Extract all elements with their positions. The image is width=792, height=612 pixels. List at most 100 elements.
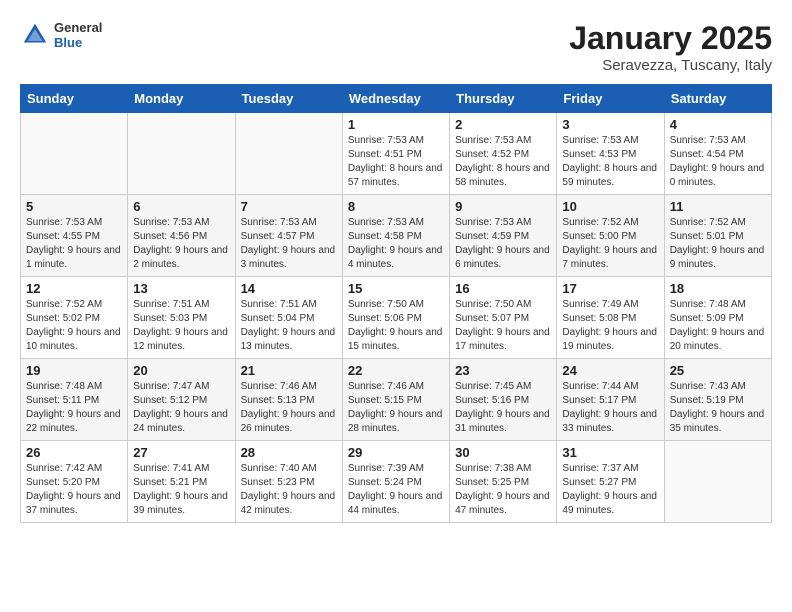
calendar-cell: 26 Sunrise: 7:42 AM Sunset: 5:20 PM Dayli… — [21, 441, 128, 523]
weekday-header-thursday: Thursday — [450, 85, 557, 113]
day-info: Sunrise: 7:52 AM Sunset: 5:02 PM Dayligh… — [26, 298, 122, 354]
logo: General Blue — [20, 20, 102, 50]
day-info: Sunrise: 7:53 AM Sunset: 4:57 PM Dayligh… — [241, 216, 337, 272]
location: Seravezza, Tuscany, Italy — [569, 57, 772, 74]
weekday-header-monday: Monday — [128, 85, 235, 113]
day-number: 22 — [348, 363, 444, 378]
day-number: 26 — [26, 445, 122, 460]
logo-text: General Blue — [54, 20, 102, 50]
calendar-cell: 24Sunrise: 7:44 AM Sunset: 5:17 PM Dayli… — [557, 359, 664, 441]
day-number: 28 — [241, 445, 337, 460]
weekday-header-friday: Friday — [557, 85, 664, 113]
calendar-cell: 8 Sunrise: 7:53 AM Sunset: 4:58 PM Daylig… — [342, 195, 449, 277]
day-number: 14 — [241, 281, 337, 296]
day-info: Sunrise: 7:45 AM Sunset: 5:16 PM Dayligh… — [455, 380, 551, 436]
week-row-5: 26 Sunrise: 7:42 AM Sunset: 5:20 PM Dayli… — [21, 441, 772, 523]
day-number: 31 — [562, 445, 658, 460]
day-number: 2 — [455, 117, 551, 132]
day-info: Sunrise: 7:50 AM Sunset: 5:07 PM Dayligh… — [455, 298, 551, 354]
calendar-cell: 18 Sunrise: 7:48 AM Sunset: 5:09 PM Dayli… — [664, 277, 771, 359]
week-row-2: 5 Sunrise: 7:53 AM Sunset: 4:55 PM Daylig… — [21, 195, 772, 277]
calendar-cell: 25Sunrise: 7:43 AM Sunset: 5:19 PM Dayli… — [664, 359, 771, 441]
weekday-header-tuesday: Tuesday — [235, 85, 342, 113]
calendar-cell: 9 Sunrise: 7:53 AM Sunset: 4:59 PM Daylig… — [450, 195, 557, 277]
calendar-table: SundayMondayTuesdayWednesdayThursdayFrid… — [20, 84, 772, 523]
day-number: 29 — [348, 445, 444, 460]
day-number: 5 — [26, 199, 122, 214]
calendar-cell — [128, 113, 235, 195]
day-number: 12 — [26, 281, 122, 296]
day-number: 13 — [133, 281, 229, 296]
day-info: Sunrise: 7:53 AM Sunset: 4:59 PM Dayligh… — [455, 216, 551, 272]
day-info: Sunrise: 7:51 AM Sunset: 5:03 PM Dayligh… — [133, 298, 229, 354]
calendar-cell — [664, 441, 771, 523]
day-number: 4 — [670, 117, 766, 132]
day-info: Sunrise: 7:41 AM Sunset: 5:21 PM Dayligh… — [133, 462, 229, 518]
day-number: 7 — [241, 199, 337, 214]
calendar-cell: 19 Sunrise: 7:48 AM Sunset: 5:11 PM Dayli… — [21, 359, 128, 441]
calendar-cell: 12 Sunrise: 7:52 AM Sunset: 5:02 PM Dayli… — [21, 277, 128, 359]
calendar-cell: 11Sunrise: 7:52 AM Sunset: 5:01 PM Dayli… — [664, 195, 771, 277]
calendar-cell: 15Sunrise: 7:50 AM Sunset: 5:06 PM Dayli… — [342, 277, 449, 359]
weekday-header-row: SundayMondayTuesdayWednesdayThursdayFrid… — [21, 85, 772, 113]
day-info: Sunrise: 7:53 AM Sunset: 4:55 PM Dayligh… — [26, 216, 122, 272]
day-info: Sunrise: 7:53 AM Sunset: 4:51 PM Dayligh… — [348, 134, 444, 190]
day-number: 24 — [562, 363, 658, 378]
day-info: Sunrise: 7:53 AM Sunset: 4:56 PM Dayligh… — [133, 216, 229, 272]
day-info: Sunrise: 7:53 AM Sunset: 4:53 PM Dayligh… — [562, 134, 658, 190]
day-number: 11 — [670, 199, 766, 214]
weekday-header-wednesday: Wednesday — [342, 85, 449, 113]
week-row-4: 19 Sunrise: 7:48 AM Sunset: 5:11 PM Dayli… — [21, 359, 772, 441]
day-number: 9 — [455, 199, 551, 214]
day-info: Sunrise: 7:48 AM Sunset: 5:11 PM Dayligh… — [26, 380, 122, 436]
calendar-cell: 17Sunrise: 7:49 AM Sunset: 5:08 PM Dayli… — [557, 277, 664, 359]
month-title: January 2025 — [569, 20, 772, 57]
day-number: 18 — [670, 281, 766, 296]
day-info: Sunrise: 7:48 AM Sunset: 5:09 PM Dayligh… — [670, 298, 766, 354]
day-info: Sunrise: 7:46 AM Sunset: 5:15 PM Dayligh… — [348, 380, 444, 436]
day-info: Sunrise: 7:49 AM Sunset: 5:08 PM Dayligh… — [562, 298, 658, 354]
day-number: 16 — [455, 281, 551, 296]
day-number: 1 — [348, 117, 444, 132]
day-info: Sunrise: 7:42 AM Sunset: 5:20 PM Dayligh… — [26, 462, 122, 518]
logo-blue: Blue — [54, 35, 102, 50]
day-number: 25 — [670, 363, 766, 378]
week-row-1: 1 Sunrise: 7:53 AM Sunset: 4:51 PM Daylig… — [21, 113, 772, 195]
day-info: Sunrise: 7:53 AM Sunset: 4:54 PM Dayligh… — [670, 134, 766, 190]
calendar-cell: 22 Sunrise: 7:46 AM Sunset: 5:15 PM Dayli… — [342, 359, 449, 441]
calendar-cell: 6Sunrise: 7:53 AM Sunset: 4:56 PM Daylig… — [128, 195, 235, 277]
day-info: Sunrise: 7:46 AM Sunset: 5:13 PM Dayligh… — [241, 380, 337, 436]
day-number: 15 — [348, 281, 444, 296]
calendar-cell: 23 Sunrise: 7:45 AM Sunset: 5:16 PM Dayli… — [450, 359, 557, 441]
calendar-cell — [21, 113, 128, 195]
calendar-cell: 1 Sunrise: 7:53 AM Sunset: 4:51 PM Daylig… — [342, 113, 449, 195]
day-number: 3 — [562, 117, 658, 132]
day-number: 21 — [241, 363, 337, 378]
calendar-cell: 5 Sunrise: 7:53 AM Sunset: 4:55 PM Daylig… — [21, 195, 128, 277]
calendar-cell: 10 Sunrise: 7:52 AM Sunset: 5:00 PM Dayli… — [557, 195, 664, 277]
week-row-3: 12 Sunrise: 7:52 AM Sunset: 5:02 PM Dayli… — [21, 277, 772, 359]
calendar-cell: 31Sunrise: 7:37 AM Sunset: 5:27 PM Dayli… — [557, 441, 664, 523]
weekday-header-sunday: Sunday — [21, 85, 128, 113]
calendar-cell: 13 Sunrise: 7:51 AM Sunset: 5:03 PM Dayli… — [128, 277, 235, 359]
day-info: Sunrise: 7:47 AM Sunset: 5:12 PM Dayligh… — [133, 380, 229, 436]
day-number: 23 — [455, 363, 551, 378]
calendar-cell: 3 Sunrise: 7:53 AM Sunset: 4:53 PM Daylig… — [557, 113, 664, 195]
day-info: Sunrise: 7:39 AM Sunset: 5:24 PM Dayligh… — [348, 462, 444, 518]
calendar-cell: 16 Sunrise: 7:50 AM Sunset: 5:07 PM Dayli… — [450, 277, 557, 359]
day-number: 10 — [562, 199, 658, 214]
day-info: Sunrise: 7:38 AM Sunset: 5:25 PM Dayligh… — [455, 462, 551, 518]
day-number: 8 — [348, 199, 444, 214]
calendar-cell: 7 Sunrise: 7:53 AM Sunset: 4:57 PM Daylig… — [235, 195, 342, 277]
calendar-cell: 14 Sunrise: 7:51 AM Sunset: 5:04 PM Dayli… — [235, 277, 342, 359]
day-info: Sunrise: 7:51 AM Sunset: 5:04 PM Dayligh… — [241, 298, 337, 354]
title-block: January 2025 Seravezza, Tuscany, Italy — [569, 20, 772, 74]
logo-general: General — [54, 20, 102, 35]
day-info: Sunrise: 7:40 AM Sunset: 5:23 PM Dayligh… — [241, 462, 337, 518]
day-info: Sunrise: 7:53 AM Sunset: 4:52 PM Dayligh… — [455, 134, 551, 190]
day-info: Sunrise: 7:52 AM Sunset: 5:00 PM Dayligh… — [562, 216, 658, 272]
day-number: 19 — [26, 363, 122, 378]
calendar-cell: 29 Sunrise: 7:39 AM Sunset: 5:24 PM Dayli… — [342, 441, 449, 523]
calendar-cell: 30Sunrise: 7:38 AM Sunset: 5:25 PM Dayli… — [450, 441, 557, 523]
day-info: Sunrise: 7:53 AM Sunset: 4:58 PM Dayligh… — [348, 216, 444, 272]
